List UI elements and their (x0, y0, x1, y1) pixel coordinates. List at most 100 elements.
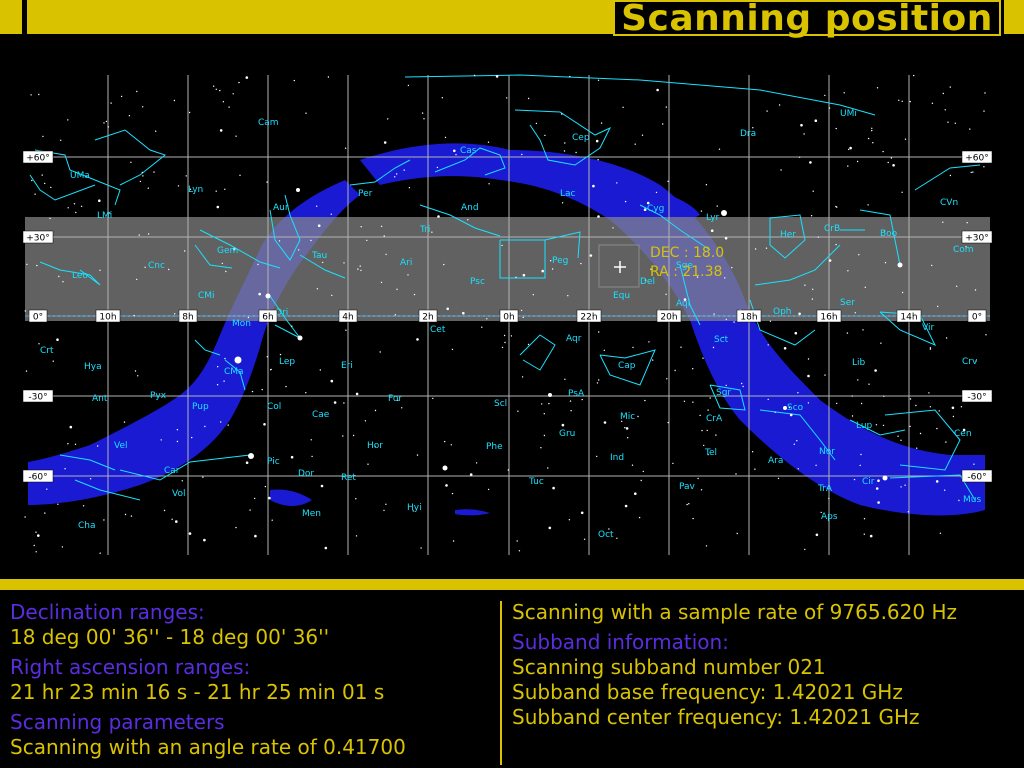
constellation-label: Per (358, 189, 373, 199)
constellation-label: Crt (40, 346, 54, 356)
constellation-label: Ant (92, 394, 108, 404)
sky-map[interactable]: CamUMaLynLMiLeoCncGemCMiMonOriTauAurPerC… (0, 0, 1024, 580)
ra-ranges-header: Right ascension ranges: (10, 655, 251, 679)
cursor-ra-readout: RA : 21.38 (650, 264, 722, 280)
dec-label-left: -30° (28, 393, 47, 403)
constellation-label: Cep (572, 133, 590, 143)
constellation-label: Nor (819, 447, 835, 457)
constellation-label: Pyx (150, 391, 167, 401)
ra-label: 22h (580, 313, 597, 323)
constellation-label: Oph (773, 307, 792, 317)
constellation-label: Sct (714, 335, 729, 345)
constellation-label: CMi (198, 291, 215, 301)
constellation-label: For (388, 394, 402, 404)
ra-ranges-value: 21 hr 23 min 16 s - 21 hr 25 min 01 s (10, 680, 385, 704)
constellation-label: Crv (962, 357, 978, 367)
constellation-label: Vol (172, 489, 185, 499)
constellation-label: Hor (367, 441, 383, 451)
ra-label: 16h (820, 313, 837, 323)
constellation-label: CVn (940, 198, 958, 208)
constellation-label: Ara (768, 456, 783, 466)
constellation-label: Pic (267, 457, 280, 467)
constellation-label: Phe (486, 442, 503, 452)
ra-label: 14h (900, 313, 917, 323)
constellation-label: Dra (740, 129, 756, 139)
dec-label-left: -60° (28, 473, 47, 483)
constellation-label: Dor (298, 469, 314, 479)
info-column-divider (500, 601, 502, 765)
constellation-label: Lib (852, 358, 866, 368)
constellation-label: Ser (840, 298, 855, 308)
ra-label: 20h (660, 313, 677, 323)
dec-label-right: 0° (972, 313, 982, 323)
constellation-label: Psc (470, 277, 485, 287)
subband-header: Subband information: (512, 630, 729, 654)
constellation-label: Scl (494, 399, 507, 409)
constellation-label: Pup (192, 402, 209, 412)
ra-label: 2h (422, 313, 433, 323)
constellation-label: Lyn (188, 185, 203, 195)
constellation-label: Lup (856, 421, 873, 431)
constellation-label: Vel (114, 441, 128, 451)
constellation-label: Ari (400, 258, 412, 268)
dec-label-left: 0° (33, 313, 43, 323)
constellation-label: TrA (817, 484, 833, 494)
constellation-label: Cnc (148, 261, 165, 271)
constellation-label: CrA (706, 414, 723, 424)
constellation-label: Tau (311, 251, 327, 261)
constellation-label: Col (267, 402, 281, 412)
constellation-label: Mon (232, 319, 251, 329)
center-frequency-value: Subband center frequency: 1.42021 GHz (512, 705, 920, 729)
ra-label: 8h (182, 313, 193, 323)
constellation-label: Eri (341, 361, 353, 371)
subband-number-value: Scanning subband number 021 (512, 655, 826, 679)
constellation-label: Hya (84, 362, 102, 372)
constellation-label: Tri (419, 225, 430, 235)
constellation-label: LMi (97, 211, 112, 221)
dec-label-right: -60° (967, 473, 986, 483)
constellation-label: UMa (70, 171, 90, 181)
constellation-label: Aql (676, 299, 690, 309)
ra-label: 10h (99, 313, 116, 323)
constellation-label: Cap (618, 361, 636, 371)
constellation-label: And (461, 203, 479, 213)
cursor-dec-readout: DEC : 18.0 (650, 245, 724, 261)
constellation-label: Cha (78, 521, 96, 531)
constellation-label: Car (164, 466, 180, 476)
constellation-label: Sco (787, 403, 804, 413)
ra-label: 4h (342, 313, 353, 323)
milky-way (28, 143, 985, 516)
constellation-label: Cyg (647, 204, 664, 214)
constellation-label: Cen (954, 429, 972, 439)
constellation-label: Oct (598, 530, 614, 540)
scan-params-header: Scanning parameters (10, 710, 225, 734)
dec-label-right: +30° (965, 234, 989, 244)
dec-label-right: +60° (965, 154, 989, 164)
info-separator-bar (0, 579, 1024, 590)
ra-label: 0h (503, 313, 514, 323)
constellation-label: Lyr (706, 213, 720, 223)
constellation-label: Tuc (528, 477, 544, 487)
constellation-label: Aps (821, 512, 838, 522)
scan-params-value: Scanning with an angle rate of 0.41700 (10, 735, 406, 759)
constellation-label: Leo (72, 271, 88, 281)
constellation-label: Cam (258, 118, 279, 128)
constellation-label: Her (780, 230, 796, 240)
constellation-label: Com (953, 245, 974, 255)
constellation-label: Cet (430, 325, 446, 335)
constellation-label: Cir (862, 477, 875, 487)
base-frequency-value: Subband base frequency: 1.42021 GHz (512, 680, 903, 704)
constellation-label: Vir (922, 323, 934, 333)
dec-label-left: +60° (26, 154, 50, 164)
constellation-label: CMa (224, 367, 244, 377)
constellation-label: Men (302, 509, 321, 519)
constellation-label: CrB (824, 224, 840, 234)
ra-label: 6h (262, 313, 273, 323)
constellation-label: Tel (704, 448, 717, 458)
constellation-label: Aqr (566, 334, 582, 344)
dec-label-right: -30° (967, 393, 986, 403)
constellation-label: Lac (560, 189, 576, 199)
constellation-label: Peg (552, 256, 568, 266)
constellation-label: Sgr (716, 388, 731, 398)
constellation-label: PsA (568, 389, 585, 399)
